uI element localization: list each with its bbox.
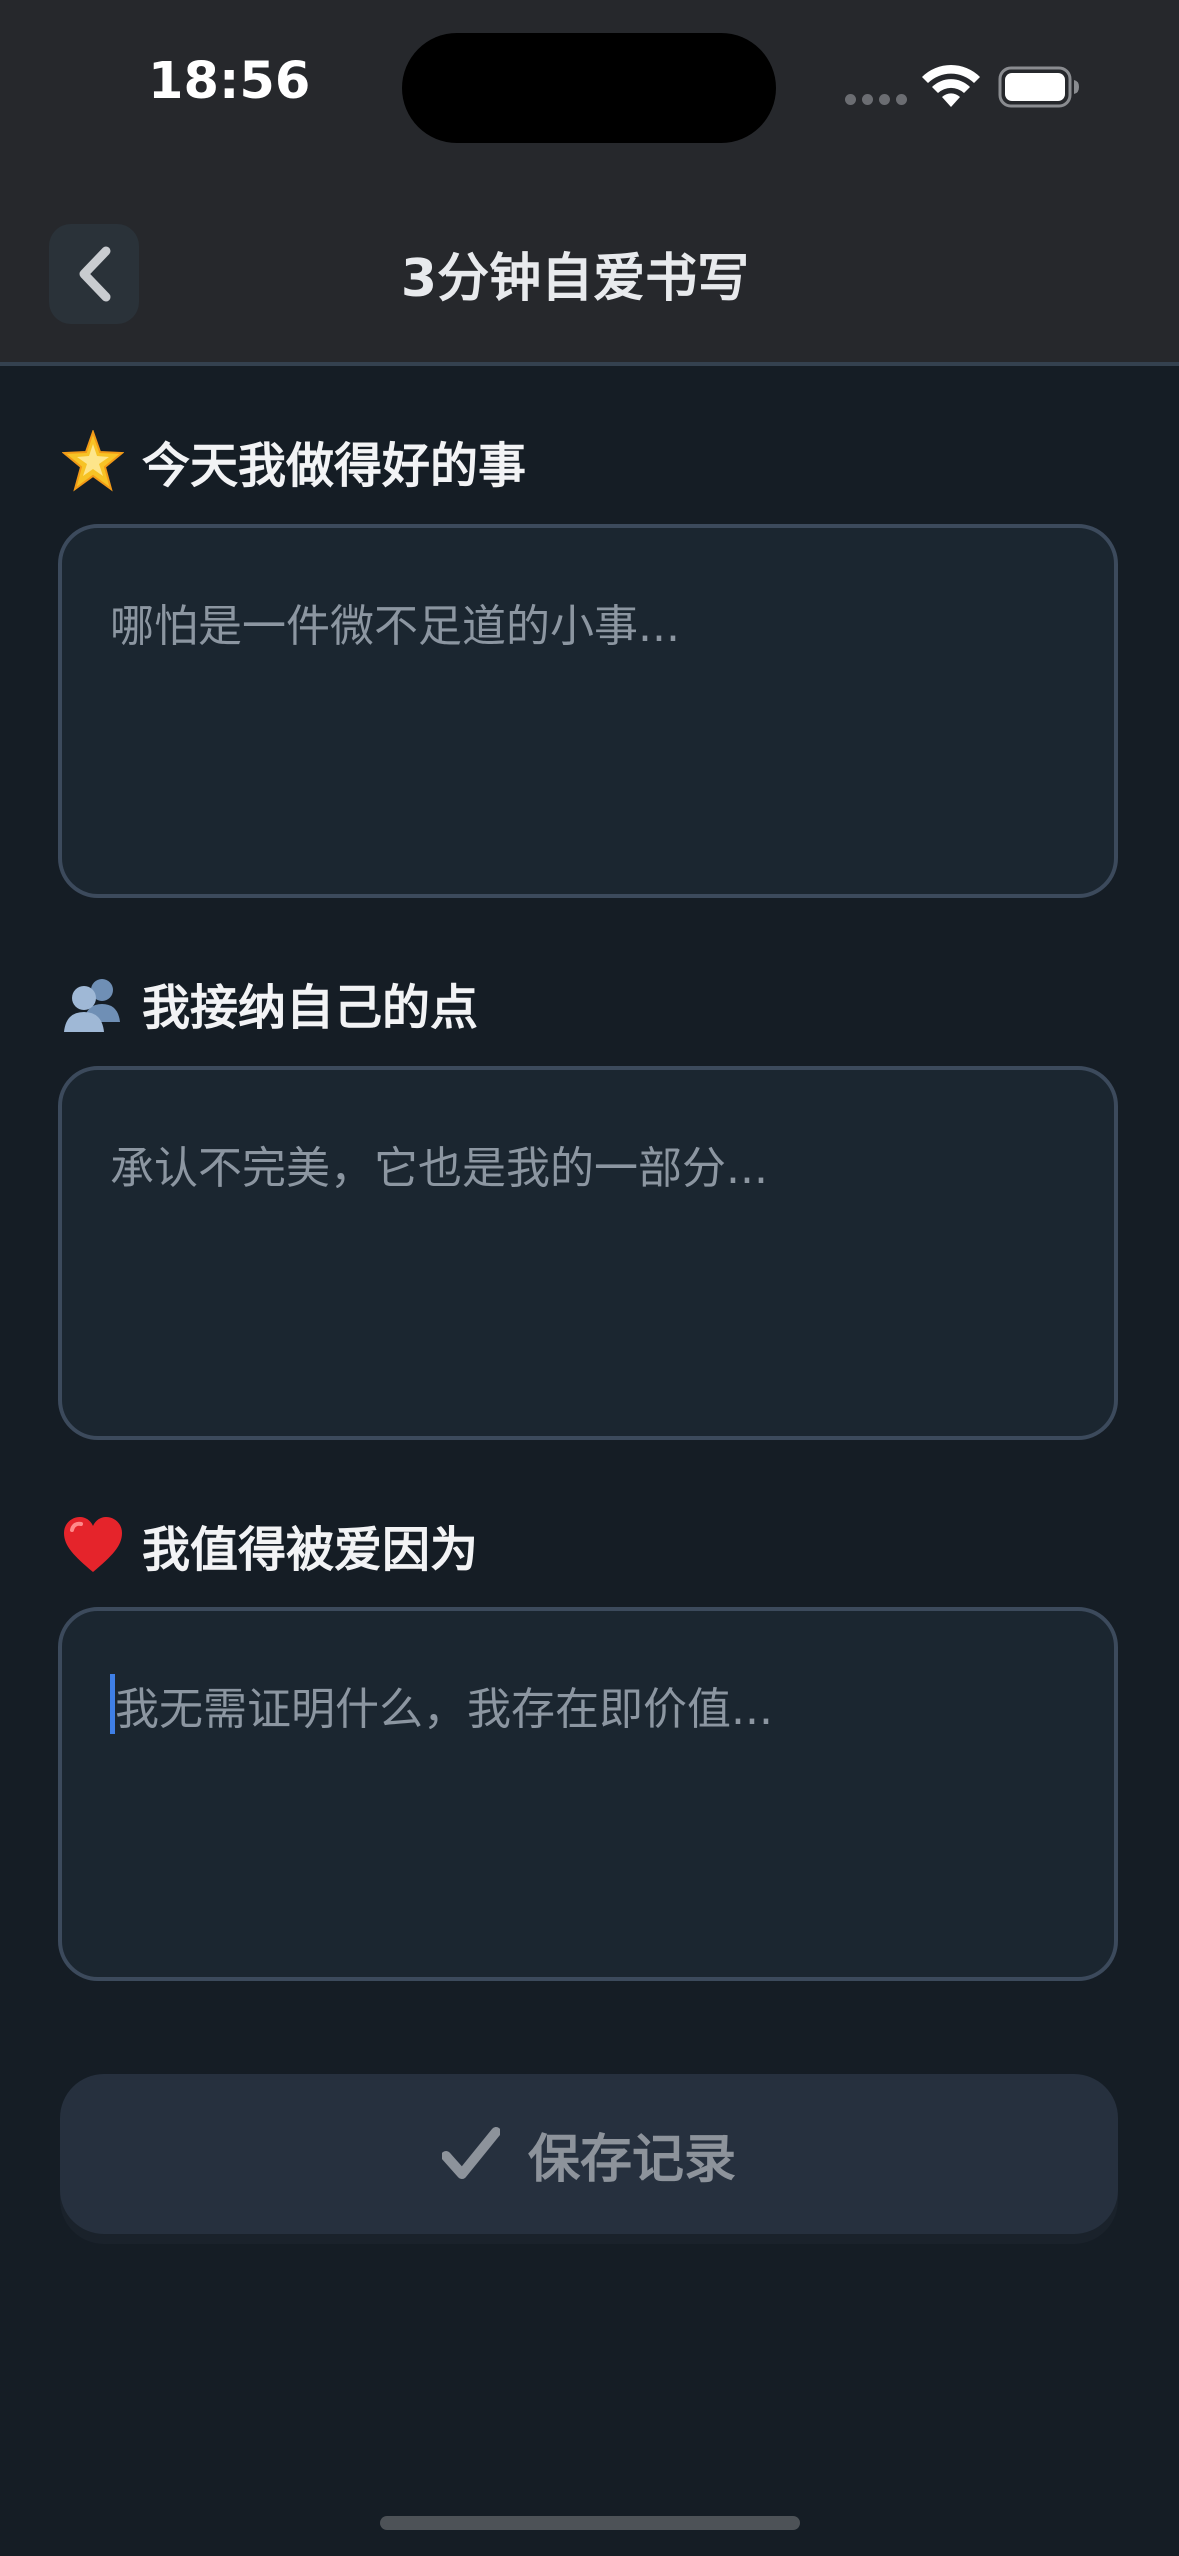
worthy-of-love-input[interactable]: 我无需证明什么，我存在即价值...	[58, 1607, 1118, 1981]
good-things-input[interactable]: 哪怕是一件微不足道的小事...	[58, 524, 1118, 898]
good-things-placeholder: 哪怕是一件微不足道的小事...	[110, 601, 680, 652]
red-heart-icon	[62, 1514, 124, 1576]
checkmark-icon	[441, 2127, 500, 2179]
battery-icon	[998, 66, 1079, 108]
accept-self-input[interactable]: 承认不完美，它也是我的一部分...	[58, 1066, 1118, 1440]
save-record-button[interactable]: 保存记录	[60, 2074, 1118, 2234]
accept-self-placeholder: 承认不完美，它也是我的一部分...	[110, 1143, 768, 1194]
section-label-worthy-of-love: 我值得被爱因为	[62, 1510, 478, 1580]
section-label-accept-self: 我接纳自己的点	[62, 968, 478, 1038]
glowing-star-icon	[62, 430, 124, 492]
nav-header: 18:56 3分钟自爱书写	[0, 0, 1179, 366]
home-indicator[interactable]	[380, 2516, 800, 2530]
status-time: 18:56	[148, 52, 311, 111]
wifi-icon	[922, 64, 980, 107]
dynamic-island	[402, 33, 776, 143]
page-title: 3分钟自爱书写	[400, 249, 750, 309]
section-label-good-things: 今天我做得好的事	[62, 426, 526, 496]
busts-in-silhouette-icon	[62, 972, 124, 1034]
worthy-of-love-placeholder: 我无需证明什么，我存在即价值...	[115, 1684, 773, 1735]
cellular-signal-icon	[845, 94, 907, 106]
save-button-label: 保存记录	[527, 2129, 736, 2190]
